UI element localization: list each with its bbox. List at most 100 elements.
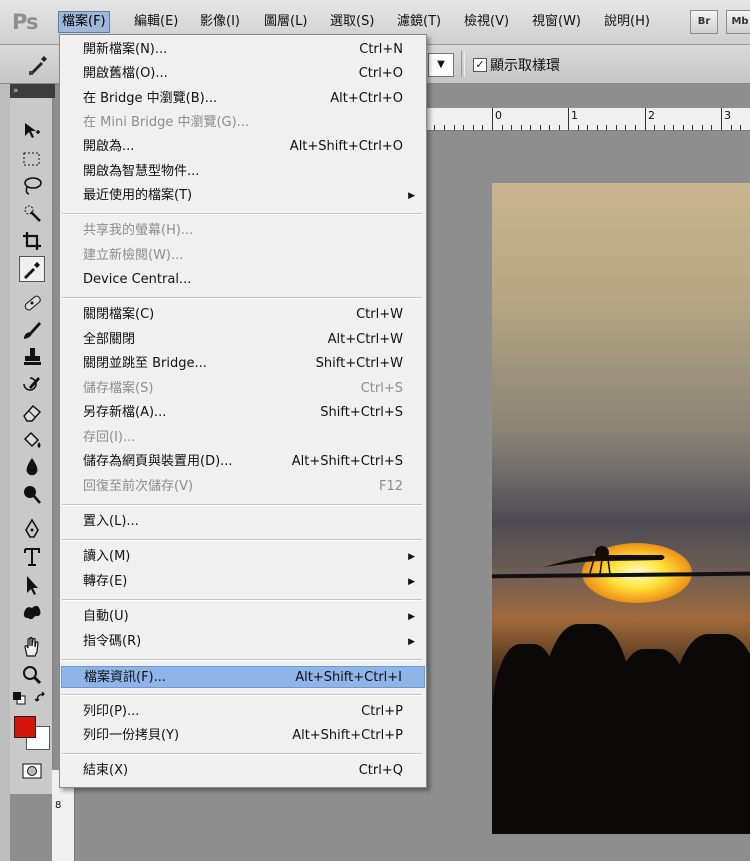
blur-tool-icon[interactable] — [19, 454, 45, 480]
menu-item-create-review[interactable]: 建立新檢閱(W)... — [61, 245, 425, 267]
mini-bridge-launch-button[interactable]: Mb — [726, 10, 750, 34]
menu-item-print-one-copy[interactable]: 列印一份拷貝(Y) Alt+Shift+Ctrl+P — [61, 725, 425, 747]
menu-edit[interactable]: 編輯(E) — [134, 12, 178, 32]
dodge-tool-icon[interactable] — [19, 482, 45, 508]
menu-item-shortcut: Alt+Ctrl+O — [330, 91, 403, 106]
marquee-tool-icon[interactable] — [19, 146, 45, 172]
menu-file[interactable]: 檔案(F) — [58, 11, 110, 33]
custom-shape-tool-icon[interactable] — [19, 599, 45, 625]
ruler-minor-tick — [635, 125, 636, 130]
canvas-image[interactable] — [492, 183, 750, 834]
default-colors-icon[interactable] — [12, 691, 26, 705]
menu-item-check-in[interactable]: 存回(I)... — [61, 427, 425, 449]
menu-item-close-all[interactable]: 全部關閉 Alt+Ctrl+W — [61, 329, 425, 351]
menu-separator — [62, 297, 422, 299]
menu-item-close[interactable]: 關閉檔案(C) Ctrl+W — [61, 304, 425, 326]
zoom-tool-icon[interactable] — [19, 662, 45, 688]
menu-item-save-for-web[interactable]: 儲存為網頁與裝置用(D)... Alt+Shift+Ctrl+S — [61, 451, 425, 473]
menu-item-device-central[interactable]: Device Central... — [61, 269, 425, 291]
menu-item-shortcut: Shift+Ctrl+W — [315, 356, 403, 371]
pen-tool-icon[interactable] — [19, 516, 45, 542]
submenu-arrow-icon: ▶ — [408, 577, 415, 587]
menu-item-print[interactable]: 列印(P)... Ctrl+P — [61, 701, 425, 723]
ruler-minor-tick — [521, 125, 522, 130]
quick-selection-tool-icon[interactable] — [19, 200, 45, 226]
menu-item-save[interactable]: 儲存檔案(S) Ctrl+S — [61, 378, 425, 400]
menu-item-place[interactable]: 置入(L)... — [61, 511, 425, 533]
history-brush-tool-icon[interactable] — [19, 372, 45, 398]
menu-help[interactable]: 說明(H) — [604, 12, 650, 32]
menu-layer[interactable]: 圖層(L) — [264, 12, 307, 32]
hand-tool-icon[interactable] — [19, 634, 45, 660]
menu-image[interactable]: 影像(I) — [200, 12, 240, 32]
type-tool-icon[interactable] — [19, 544, 45, 570]
menu-item-close-go-bridge[interactable]: 關閉並跳至 Bridge... Shift+Ctrl+W — [61, 353, 425, 375]
eraser-tool-icon[interactable] — [19, 399, 45, 425]
tools-panel: » — [10, 84, 55, 794]
clone-stamp-tool-icon[interactable] — [19, 344, 45, 370]
menu-item-label: 開啟為智慧型物件... — [83, 164, 200, 179]
menu-item-label: 儲存為網頁與裝置用(D)... — [83, 454, 233, 469]
menu-item-shortcut: Alt+Shift+Ctrl+I — [295, 670, 402, 685]
move-tool-icon[interactable] — [19, 118, 45, 144]
menu-item-share-screen[interactable]: 共享我的螢幕(H)... — [61, 220, 425, 242]
menu-item-exit[interactable]: 結束(X) Ctrl+Q — [61, 760, 425, 782]
ruler-minor-tick — [511, 125, 512, 130]
ruler-minor-tick — [587, 125, 588, 130]
path-selection-tool-icon[interactable] — [19, 572, 45, 598]
menu-item-label: 結束(X) — [83, 763, 129, 778]
menu-item-label: 儲存檔案(S) — [83, 381, 154, 396]
eyedropper-preset-icon[interactable] — [26, 51, 52, 77]
menu-item-shortcut: Ctrl+O — [358, 66, 403, 81]
brush-tool-icon[interactable] — [19, 317, 45, 343]
menu-item-label: 共享我的螢幕(H)... — [83, 223, 194, 238]
menu-item-export[interactable]: 轉存(E) ▶ — [61, 571, 425, 593]
menu-item-shortcut: Ctrl+N — [359, 42, 403, 57]
menu-separator — [62, 659, 422, 661]
ruler-minor-tick — [434, 125, 435, 130]
menu-item-recent-files[interactable]: 最近使用的檔案(T) ▶ — [61, 185, 425, 207]
menu-item-automate[interactable]: 自動(U) ▶ — [61, 606, 425, 628]
submenu-arrow-icon: ▶ — [408, 612, 415, 622]
ruler-tick — [645, 108, 646, 130]
crop-tool-icon[interactable] — [19, 228, 45, 254]
ruler-minor-tick — [578, 125, 579, 130]
menu-item-label: 指令碼(R) — [83, 634, 142, 649]
v-ruler-label: 8 — [55, 800, 62, 811]
menu-item-import[interactable]: 讀入(M) ▶ — [61, 546, 425, 568]
menu-item-browse-bridge[interactable]: 在 Bridge 中瀏覽(B)... Alt+Ctrl+O — [61, 88, 425, 110]
spot-healing-brush-icon[interactable] — [19, 290, 45, 316]
menu-item-new[interactable]: 開新檔案(N)... Ctrl+N — [61, 39, 425, 61]
menu-window[interactable]: 視窗(W) — [532, 12, 581, 32]
sample-size-dropdown[interactable]: ▼ — [428, 53, 454, 77]
lasso-tool-icon[interactable] — [19, 173, 45, 199]
tools-collapse-toggle[interactable]: » — [10, 84, 55, 98]
menu-select[interactable]: 選取(S) — [330, 12, 374, 32]
menu-item-open-as[interactable]: 開啟為... Alt+Shift+Ctrl+O — [61, 136, 425, 158]
foreground-color-swatch[interactable] — [14, 716, 36, 738]
ruler-minor-tick — [664, 125, 665, 130]
menu-separator — [62, 599, 422, 601]
menu-item-shortcut: Ctrl+P — [361, 704, 403, 719]
menu-filter[interactable]: 濾鏡(T) — [397, 12, 441, 32]
menu-item-label: 開啟為... — [83, 139, 135, 154]
menu-item-scripts[interactable]: 指令碼(R) ▶ — [61, 631, 425, 653]
menu-item-open[interactable]: 開啟舊檔(O)... Ctrl+O — [61, 63, 425, 85]
menu-item-revert[interactable]: 回復至前次儲存(V) F12 — [61, 476, 425, 498]
menu-item-open-smart-object[interactable]: 開啟為智慧型物件... — [61, 161, 425, 183]
menu-item-shortcut: Ctrl+W — [356, 307, 403, 322]
show-sampling-ring-checkbox[interactable]: ✓ — [473, 58, 487, 72]
swap-colors-icon[interactable] — [34, 691, 48, 705]
menu-item-save-as[interactable]: 另存新檔(A)... Shift+Ctrl+S — [61, 402, 425, 424]
menu-item-label: 轉存(E) — [83, 574, 128, 589]
menu-item-label: Device Central... — [83, 272, 192, 287]
menu-item-label: 開新檔案(N)... — [83, 42, 168, 57]
paint-bucket-tool-icon[interactable] — [19, 427, 45, 453]
menu-item-shortcut: F12 — [378, 479, 403, 494]
menu-item-browse-mini-bridge[interactable]: 在 Mini Bridge 中瀏覽(G)... — [61, 112, 425, 134]
quick-mask-icon[interactable] — [19, 758, 45, 784]
menu-view[interactable]: 檢視(V) — [464, 12, 509, 32]
eyedropper-tool-icon[interactable] — [19, 256, 45, 282]
bridge-launch-button[interactable]: Br — [690, 10, 718, 34]
menu-item-file-info[interactable]: 檔案資訊(F)... Alt+Shift+Ctrl+I — [61, 666, 425, 688]
